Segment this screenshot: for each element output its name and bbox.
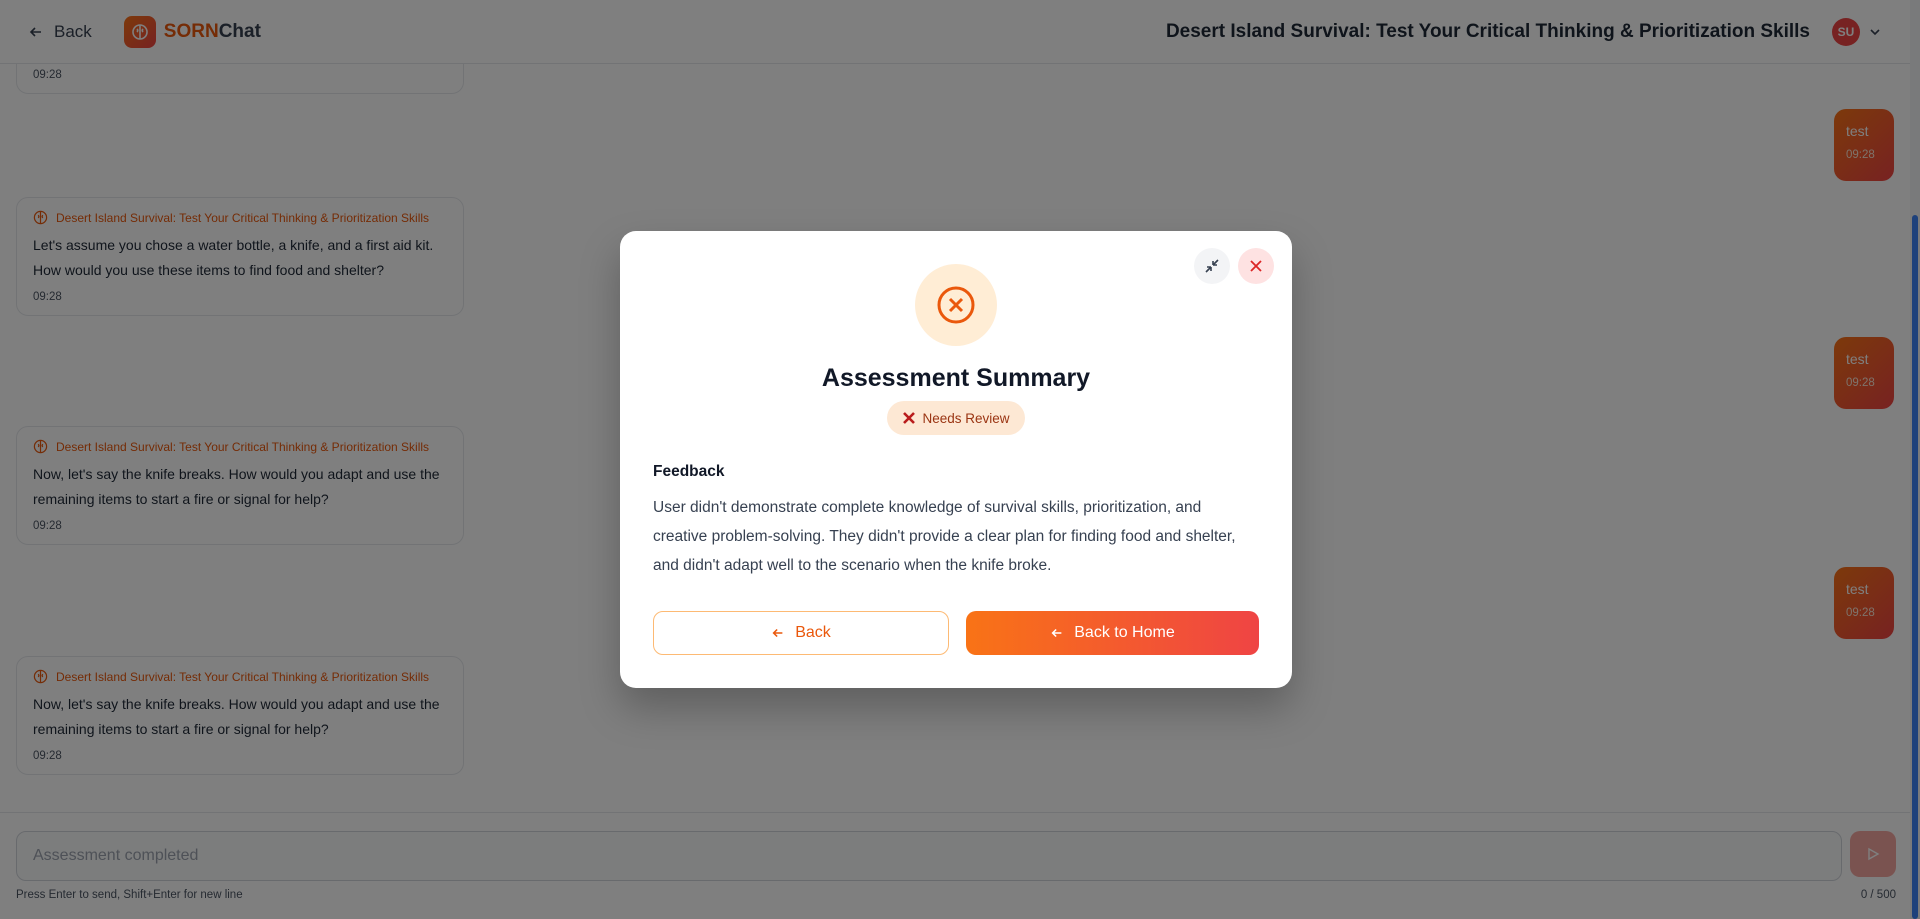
minimize-button[interactable] xyxy=(1194,248,1230,284)
back-button-label: Back xyxy=(795,624,831,641)
close-button[interactable] xyxy=(1238,248,1274,284)
modal-title: Assessment Summary xyxy=(821,364,1091,392)
minimize-icon xyxy=(1205,259,1219,273)
status-badge: Needs Review xyxy=(887,401,1025,435)
arrow-left-icon xyxy=(772,628,783,638)
x-mark-icon xyxy=(903,412,916,424)
status-icon-circle xyxy=(915,264,997,346)
arrow-left-icon xyxy=(1051,628,1062,638)
x-circle-icon xyxy=(937,286,975,324)
back-to-home-label: Back to Home xyxy=(1074,624,1175,641)
feedback-text: User didn't demonstrate complete knowled… xyxy=(653,499,1236,574)
close-icon xyxy=(1250,260,1262,272)
feedback-heading: Feedback xyxy=(653,463,725,480)
status-badge-label: Needs Review xyxy=(922,410,1010,426)
assessment-summary-modal: Assessment Summary Needs Review Feedback… xyxy=(620,231,1292,688)
back-to-home-button[interactable]: Back to Home xyxy=(966,611,1259,655)
back-button[interactable]: Back xyxy=(653,611,949,655)
